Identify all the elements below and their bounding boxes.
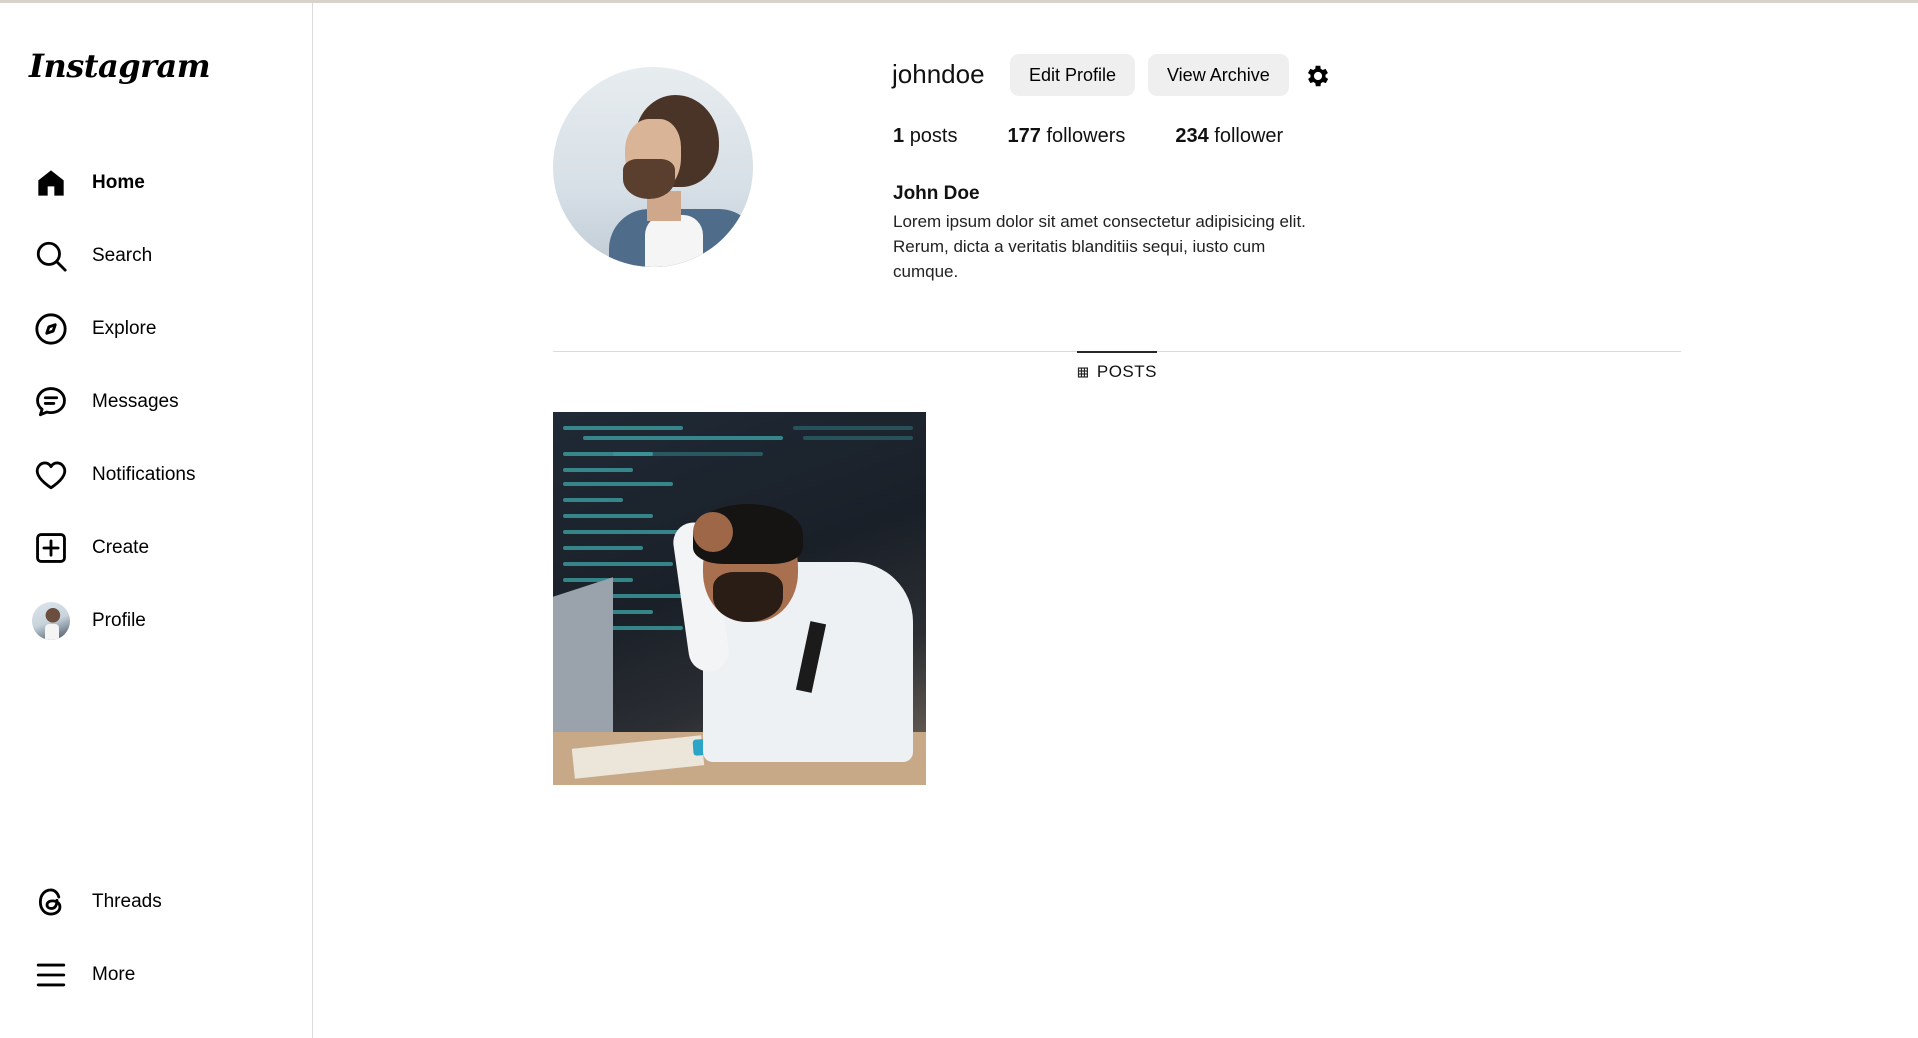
gear-icon[interactable] <box>1304 62 1332 90</box>
code-line <box>563 514 653 518</box>
home-icon <box>22 155 80 211</box>
sidebar-item-search[interactable]: Search <box>22 228 292 284</box>
message-icon <box>22 374 80 430</box>
sidebar-item-label: Threads <box>92 891 162 912</box>
sidebar-item-notifications[interactable]: Notifications <box>22 447 292 503</box>
profile-full-name: John Doe <box>893 183 980 204</box>
code-line <box>793 426 913 430</box>
instagram-logo[interactable]: Instagram <box>29 47 211 85</box>
sidebar-item-messages[interactable]: Messages <box>22 374 292 430</box>
sidebar-item-threads[interactable]: Threads <box>22 874 292 930</box>
sidebar-item-home[interactable]: Home <box>22 155 292 211</box>
code-line <box>803 436 913 440</box>
code-line <box>563 482 673 486</box>
sidebar-item-label: Home <box>92 172 145 193</box>
post-thumbnail[interactable] <box>553 412 926 785</box>
stat-following[interactable]: 234 follower <box>1175 125 1283 148</box>
post-laptop <box>553 577 613 757</box>
sidebar-item-create[interactable]: Create <box>22 520 292 576</box>
sidebar-item-label: Profile <box>92 610 146 631</box>
stat-posts[interactable]: 1 posts <box>893 125 958 148</box>
grid-icon <box>1077 366 1088 378</box>
tab-posts-label: POSTS <box>1096 362 1157 381</box>
stat-followers[interactable]: 177 followers <box>1008 125 1126 148</box>
sidebar-item-label: Search <box>92 245 153 266</box>
posts-label: posts <box>909 125 958 147</box>
sidebar: Instagram Home Search Explore Messages N… <box>0 3 313 1038</box>
search-icon <box>22 228 80 284</box>
profile-picture-shirt <box>645 215 703 267</box>
sidebar-item-label: Create <box>92 537 150 558</box>
sidebar-item-label: Messages <box>92 391 179 412</box>
sidebar-item-profile[interactable]: Profile <box>22 593 292 649</box>
post-person-beard <box>713 572 783 622</box>
code-line <box>563 546 643 550</box>
following-count: 234 <box>1175 125 1209 147</box>
edit-profile-button[interactable]: Edit Profile <box>1010 54 1136 96</box>
post-person-hand <box>693 512 733 552</box>
main-content: johndoe Edit Profile View Archive 1 post… <box>314 3 1918 1038</box>
profile-stats: 1 posts 177 followers 234 follower <box>893 125 1333 148</box>
profile-picture-beard <box>623 159 675 199</box>
sidebar-item-label: Explore <box>92 318 157 339</box>
followers-label: followers <box>1046 125 1126 147</box>
code-line <box>563 498 623 502</box>
sidebar-item-label: More <box>92 964 136 985</box>
profile-bio: Lorem ipsum dolor sit amet consectetur a… <box>893 212 1306 281</box>
sidebar-item-label: Notifications <box>92 464 196 485</box>
profile-username: johndoe <box>892 59 985 89</box>
heart-icon <box>22 447 80 503</box>
code-line <box>563 562 673 566</box>
profile-picture[interactable] <box>553 67 753 267</box>
code-line <box>583 436 783 440</box>
sidebar-item-explore[interactable]: Explore <box>22 301 292 357</box>
followers-count: 177 <box>1007 125 1041 147</box>
following-label: follower <box>1214 125 1284 147</box>
compass-icon <box>22 301 80 357</box>
code-line <box>563 530 693 534</box>
tab-posts[interactable]: POSTS <box>1077 351 1157 391</box>
plus-square-icon <box>22 520 80 576</box>
view-archive-button[interactable]: View Archive <box>1148 54 1289 96</box>
code-line <box>613 452 763 456</box>
profile-avatar-icon <box>22 593 80 649</box>
avatar <box>32 602 70 640</box>
threads-icon <box>22 874 80 930</box>
posts-count: 1 <box>893 125 905 147</box>
code-line <box>563 426 683 430</box>
sidebar-item-more[interactable]: More <box>22 947 292 1003</box>
code-line <box>563 468 633 472</box>
menu-icon <box>22 947 80 1003</box>
